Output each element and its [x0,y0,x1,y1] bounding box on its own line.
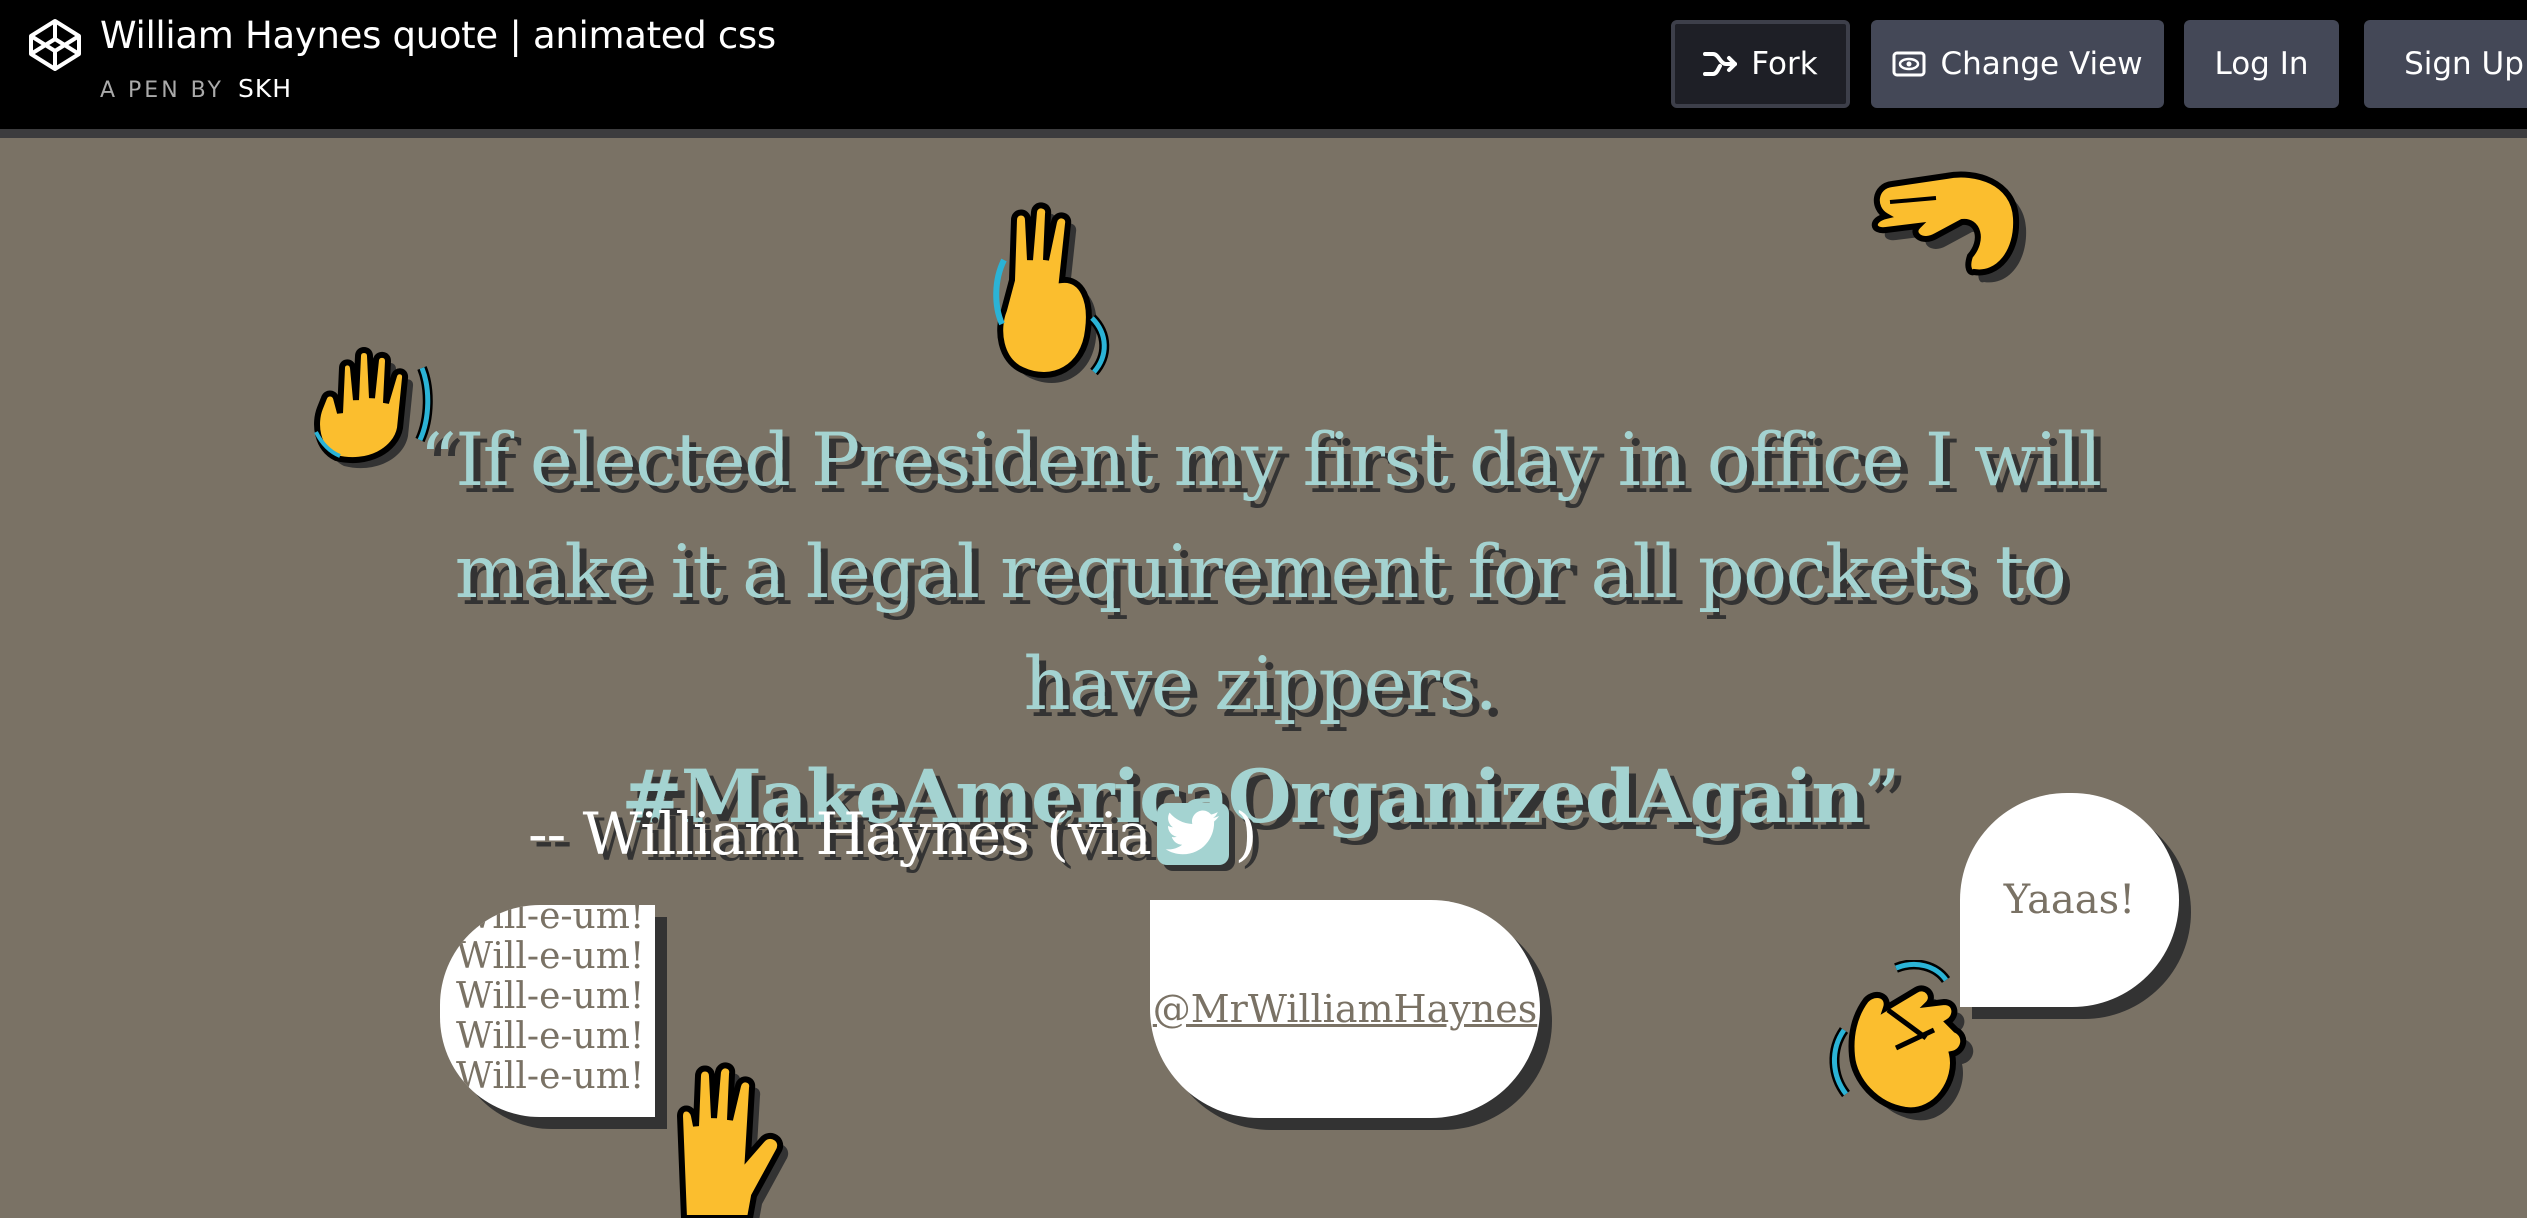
codepen-header: William Haynes quote | animated css A PE… [0,0,2527,129]
clapping-hands-icon [1829,960,1974,1121]
twitter-handle-bubble: @MrWilliamHaynes [1150,900,1540,1118]
pen-title: William Haynes quote | animated css [100,14,776,57]
yaaas-text: Yaaas! [2003,877,2136,923]
pinching-hand-icon [1871,171,2027,283]
raised-hand-icon [676,1062,788,1218]
header-divider [0,129,2527,138]
chant-line: Will-e-um! [456,905,645,937]
sign-up-button[interactable]: Sign Up [2364,20,2527,108]
chant-line: Will-e-um! [456,936,645,977]
pen-byline: A PEN BY SKH [100,74,292,103]
change-view-button[interactable]: Change View [1871,20,2164,108]
change-view-label: Change View [1940,46,2143,82]
will-e-um-chant-bubble: Will-e-um! Will-e-um! Will-e-um! Will-e-… [440,905,655,1117]
twitter-bird-icon[interactable] [1156,803,1229,865]
pen-author-link[interactable]: SKH [238,74,292,103]
eye-icon [1892,51,1926,77]
chant-line: Will-e-um! [456,1016,645,1057]
log-in-button[interactable]: Log In [2184,20,2339,108]
raised-hand-icon [314,347,433,469]
attribution-text: -- William Haynes (via [528,800,1152,868]
waving-hand-icon [993,202,1110,384]
quote-body: If elected President my first day in off… [454,418,2102,727]
quote-text-block: “If elected President my first day in of… [380,405,2140,854]
fork-label: Fork [1751,46,1818,82]
close-quote-mark: ” [1862,755,1900,840]
fork-icon [1703,52,1738,76]
chant-line: Will-e-um! [456,1056,645,1097]
attribution-close: ) [1234,800,1258,868]
chant-lines: Will-e-um! Will-e-um! Will-e-um! Will-e-… [456,905,644,1097]
quote-attribution: -- William Haynes (via ) [528,800,1258,868]
chant-line: Will-e-um! [456,976,645,1017]
fork-button[interactable]: Fork [1671,20,1850,108]
pen-by-label: A PEN BY [100,78,224,103]
twitter-handle-link[interactable]: @MrWilliamHaynes [1153,987,1538,1031]
codepen-logo-icon[interactable] [28,18,82,72]
